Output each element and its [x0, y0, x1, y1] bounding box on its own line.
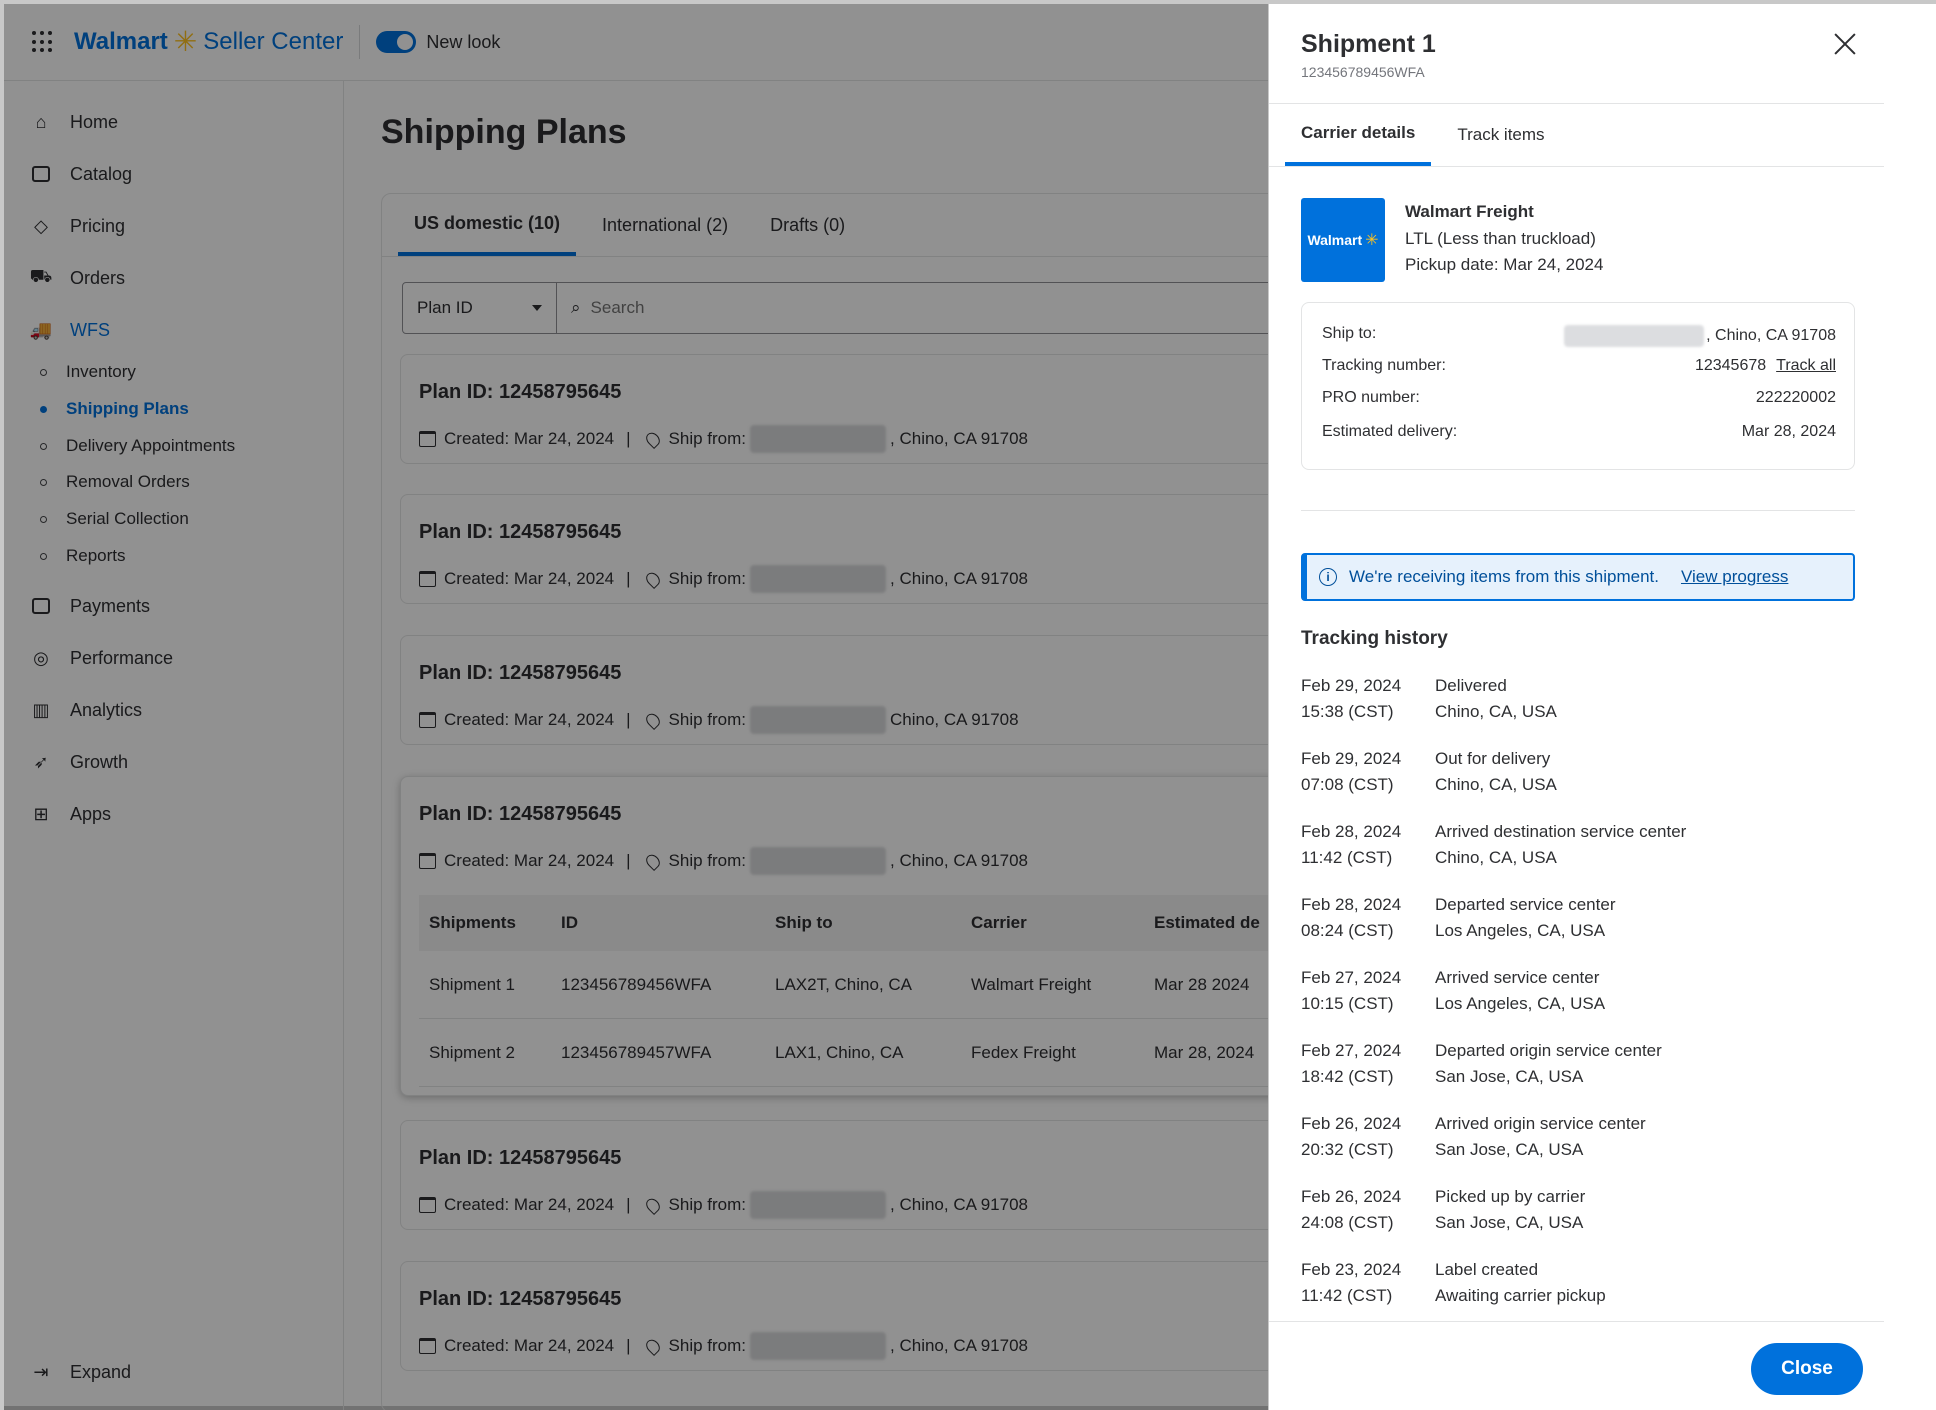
- event-time: 24:08 (CST): [1301, 1213, 1394, 1232]
- event-detail: Picked up by carrier San Jose, CA, USA: [1435, 1184, 1855, 1236]
- event-detail: Departed service center Los Angeles, CA, …: [1435, 892, 1855, 944]
- carrier-service-type: LTL (Less than truckload): [1405, 229, 1596, 248]
- event-location: San Jose, CA, USA: [1435, 1140, 1584, 1159]
- detail-row-ship-to: Ship to: , Chino, CA 91708: [1322, 325, 1836, 347]
- event-detail: Arrived origin service center San Jose, C…: [1435, 1111, 1855, 1163]
- event-location: San Jose, CA, USA: [1435, 1067, 1584, 1086]
- ship-to-value: , Chino, CA 91708: [1706, 327, 1836, 344]
- event-status: Out for delivery: [1435, 749, 1551, 768]
- event-datetime: Feb 28, 2024 08:24 (CST): [1301, 892, 1431, 944]
- section-divider: [1301, 510, 1855, 511]
- event-date: Feb 26, 2024: [1301, 1187, 1402, 1206]
- carrier-pickup-date: Pickup date: Mar 24, 2024: [1405, 255, 1604, 274]
- event-date: Feb 27, 2024: [1301, 968, 1402, 987]
- close-icon[interactable]: [1831, 30, 1859, 58]
- carrier-logo: Walmart ✳: [1301, 198, 1385, 282]
- event-location: Chino, CA, USA: [1435, 702, 1557, 721]
- event-date: Feb 23, 2024: [1301, 1260, 1402, 1279]
- event-time: 18:42 (CST): [1301, 1067, 1394, 1086]
- event-date: Feb 28, 2024: [1301, 895, 1402, 914]
- event-location: Los Angeles, CA, USA: [1435, 994, 1606, 1013]
- event-time: 11:42 (CST): [1301, 848, 1393, 867]
- panel-title: Shipment 1: [1301, 30, 1436, 58]
- event-status: Delivered: [1435, 676, 1507, 695]
- event-status: Departed service center: [1435, 895, 1616, 914]
- detail-label: Ship to:: [1322, 325, 1377, 342]
- app-window: Walmart ✳ Seller Center New look ⌂ Home …: [0, 0, 1936, 1410]
- panel-footer-divider: [1269, 1321, 1885, 1322]
- info-alert: i We're receiving items from this shipme…: [1301, 553, 1855, 601]
- event-time: 20:32 (CST): [1301, 1140, 1394, 1159]
- tab-carrier-details[interactable]: Carrier details: [1285, 104, 1432, 166]
- event-detail: Label created Awaiting carrier pickup: [1435, 1257, 1855, 1309]
- event-date: Feb 28, 2024: [1301, 822, 1402, 841]
- track-all-link[interactable]: Track all: [1776, 357, 1836, 375]
- event-detail: Delivered Chino, CA, USA: [1435, 673, 1855, 725]
- event-detail: Arrived service center Los Angeles, CA, U…: [1435, 965, 1855, 1017]
- event-date: Feb 27, 2024: [1301, 1041, 1402, 1060]
- detail-label: Estimated delivery:: [1322, 423, 1458, 440]
- carrier-name: Walmart Freight: [1405, 202, 1534, 221]
- event-date: Feb 26, 2024: [1301, 1114, 1402, 1133]
- detail-row-pro-number: PRO number: 222220002: [1322, 389, 1836, 407]
- tracking-number: 12345678: [1694, 357, 1767, 374]
- event-datetime: Feb 29, 2024 15:38 (CST): [1301, 673, 1431, 725]
- detail-value: Mar 28, 2024: [1741, 423, 1836, 440]
- event-time: 15:38 (CST): [1301, 702, 1394, 721]
- detail-value: 222220002: [1755, 389, 1836, 406]
- event-datetime: Feb 26, 2024 24:08 (CST): [1301, 1184, 1431, 1236]
- event-location: San Jose, CA, USA: [1435, 1213, 1584, 1232]
- shipment-details-panel: Shipment 1 123456789456WFA Carrier detai…: [1268, 4, 1885, 1410]
- event-date: Feb 29, 2024: [1301, 676, 1402, 695]
- window-margin: [1884, 4, 1936, 1410]
- event-status: Arrived service center: [1435, 968, 1600, 987]
- event-detail: Arrived destination service center Chino,…: [1435, 819, 1855, 871]
- alert-text: We're receiving items from this shipment…: [1349, 567, 1659, 586]
- panel-tabs-divider: [1269, 166, 1885, 167]
- event-time: 10:15 (CST): [1301, 994, 1394, 1013]
- panel-tabs: Carrier details Track items: [1285, 104, 1571, 166]
- event-detail: Out for delivery Chino, CA, USA: [1435, 746, 1855, 798]
- event-date: Feb 29, 2024: [1301, 749, 1402, 768]
- event-time: 07:08 (CST): [1301, 775, 1394, 794]
- tab-track-items[interactable]: Track items: [1441, 104, 1560, 166]
- event-time: 11:42 (CST): [1301, 1286, 1393, 1305]
- event-datetime: Feb 27, 2024 10:15 (CST): [1301, 965, 1431, 1017]
- detail-label: Tracking number:: [1322, 357, 1446, 374]
- panel-shipment-id: 123456789456WFA: [1301, 64, 1425, 80]
- close-button[interactable]: Close: [1751, 1343, 1863, 1395]
- detail-value: , Chino, CA 91708: [1564, 325, 1836, 347]
- view-progress-link[interactable]: View progress: [1681, 567, 1788, 587]
- carrier-logo-text: Walmart: [1307, 232, 1363, 248]
- event-time: 08:24 (CST): [1301, 921, 1394, 940]
- event-location: Chino, CA, USA: [1435, 848, 1557, 867]
- detail-row-estimated-delivery: Estimated delivery: Mar 28, 2024: [1322, 423, 1836, 441]
- detail-row-tracking: Tracking number: 12345678 Track all: [1322, 357, 1836, 375]
- event-status: Arrived origin service center: [1435, 1114, 1646, 1133]
- event-status: Departed origin service center: [1435, 1041, 1662, 1060]
- event-location: Los Angeles, CA, USA: [1435, 921, 1606, 940]
- tracking-history-title: Tracking history: [1301, 628, 1448, 649]
- event-status: Picked up by carrier: [1435, 1187, 1586, 1206]
- modal-overlay[interactable]: [4, 4, 1268, 1410]
- event-datetime: Feb 23, 2024 11:42 (CST): [1301, 1257, 1431, 1309]
- event-detail: Departed origin service center San Jose, …: [1435, 1038, 1855, 1090]
- event-datetime: Feb 29, 2024 07:08 (CST): [1301, 746, 1431, 798]
- event-datetime: Feb 27, 2024 18:42 (CST): [1301, 1038, 1431, 1090]
- event-location: Awaiting carrier pickup: [1435, 1286, 1606, 1305]
- detail-value: 12345678 Track all: [1695, 357, 1836, 375]
- spark-icon: ✳: [1365, 232, 1379, 249]
- event-location: Chino, CA, USA: [1435, 775, 1557, 794]
- event-datetime: Feb 26, 2024 20:32 (CST): [1301, 1111, 1431, 1163]
- redacted-address: [1564, 325, 1705, 347]
- event-status: Label created: [1435, 1260, 1539, 1279]
- event-status: Arrived destination service center: [1435, 822, 1687, 841]
- event-datetime: Feb 28, 2024 11:42 (CST): [1301, 819, 1431, 871]
- info-icon: i: [1319, 568, 1337, 586]
- detail-label: PRO number:: [1322, 389, 1420, 406]
- shipment-detail-box: Ship to: , Chino, CA 91708 Tracking numb…: [1301, 302, 1855, 470]
